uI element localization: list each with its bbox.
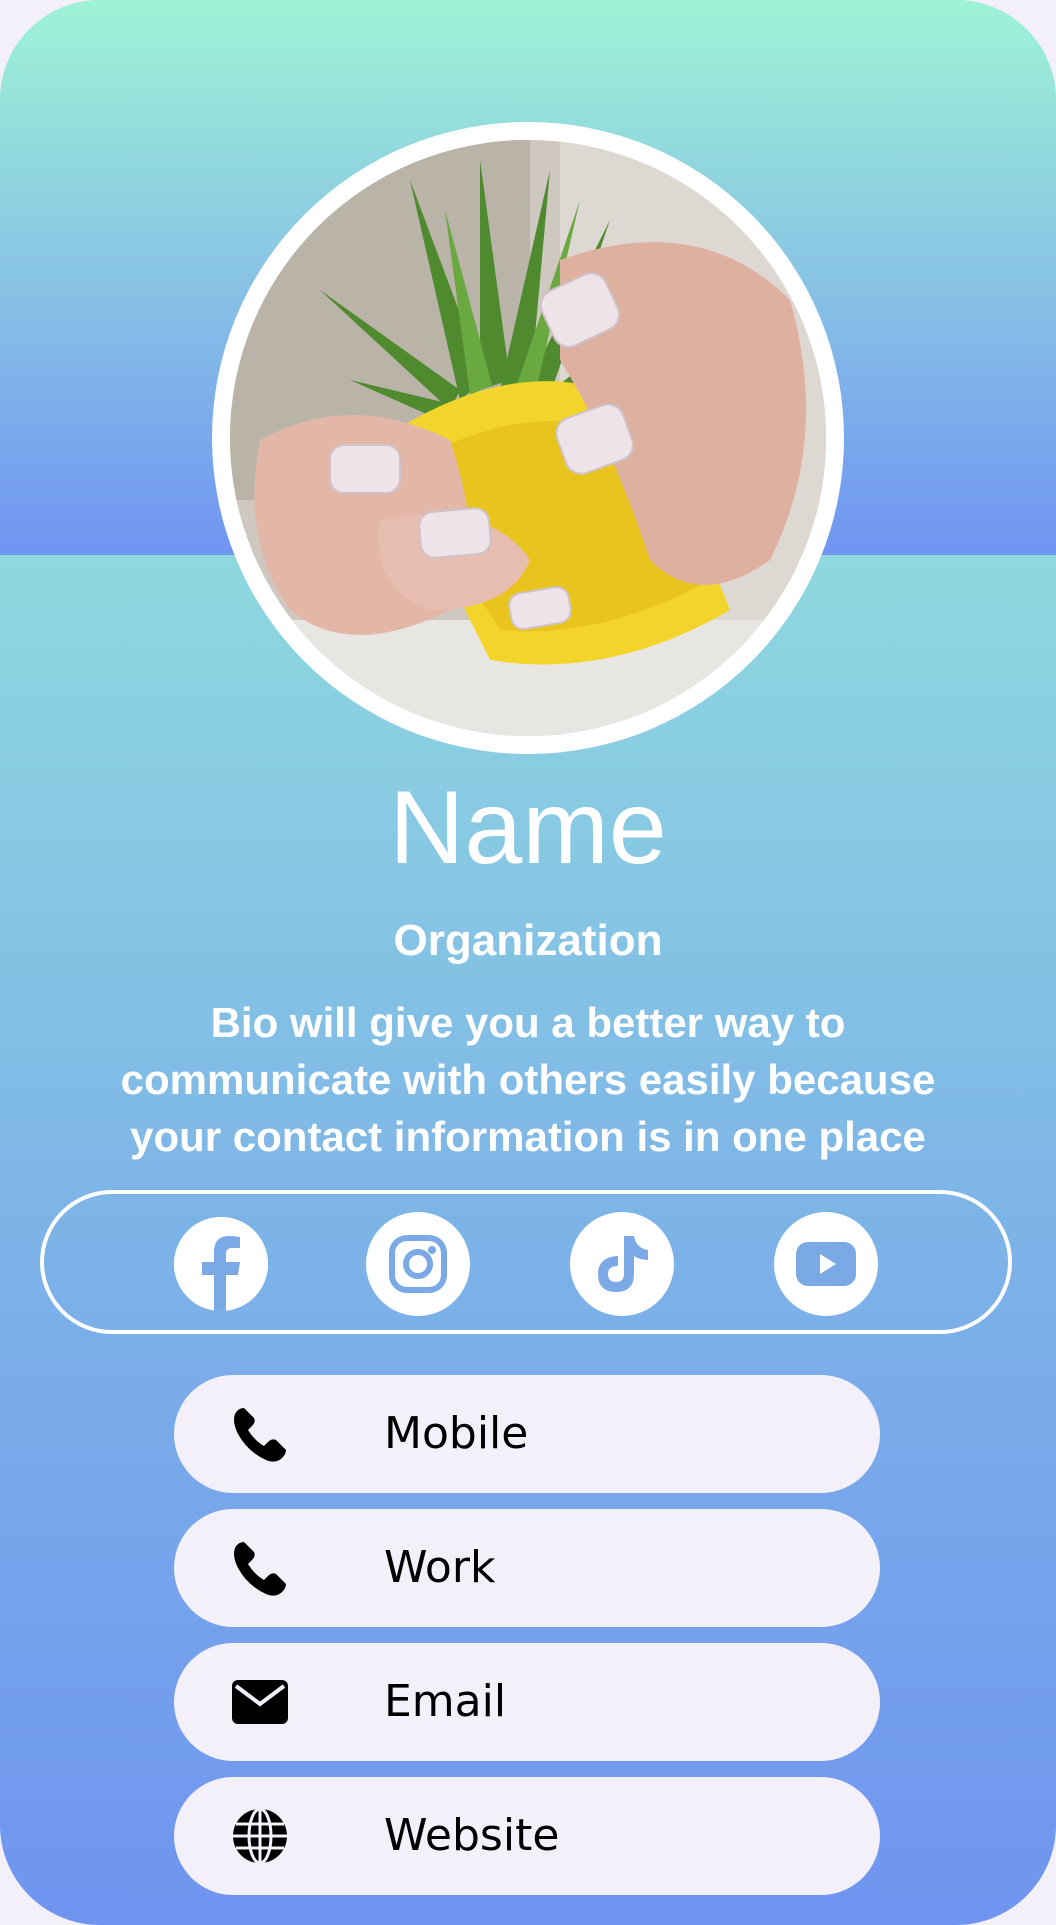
- email-button[interactable]: Email: [174, 1643, 880, 1761]
- youtube-button[interactable]: [774, 1212, 878, 1316]
- facebook-icon: [174, 1217, 268, 1311]
- instagram-icon: [389, 1235, 447, 1293]
- website-button[interactable]: Website: [174, 1777, 880, 1895]
- phone-icon: [234, 1542, 286, 1596]
- facebook-button[interactable]: [174, 1217, 268, 1311]
- avatar: [230, 140, 826, 736]
- mobile-button[interactable]: Mobile: [174, 1375, 880, 1493]
- work-button[interactable]: Work: [174, 1509, 880, 1627]
- globe-icon: [233, 1807, 287, 1865]
- profile-organization: Organization: [393, 916, 663, 965]
- email-label: Email: [384, 1676, 507, 1727]
- profile-bio: Bio will give you a better way to commun…: [120, 999, 936, 1160]
- instagram-button[interactable]: [366, 1212, 470, 1316]
- avatar-ring: [212, 122, 844, 754]
- profile-name: Name: [389, 770, 667, 886]
- profile-card: Name Organization Bio will give you a be…: [0, 0, 1056, 1925]
- avatar-photo: [230, 140, 826, 736]
- phone-icon: [234, 1408, 286, 1462]
- tiktok-icon: [598, 1236, 648, 1292]
- work-label: Work: [384, 1542, 496, 1593]
- youtube-icon: [796, 1242, 856, 1286]
- envelope-icon: [232, 1680, 288, 1724]
- website-label: Website: [384, 1810, 560, 1861]
- mobile-label: Mobile: [384, 1408, 529, 1459]
- tiktok-button[interactable]: [570, 1212, 674, 1316]
